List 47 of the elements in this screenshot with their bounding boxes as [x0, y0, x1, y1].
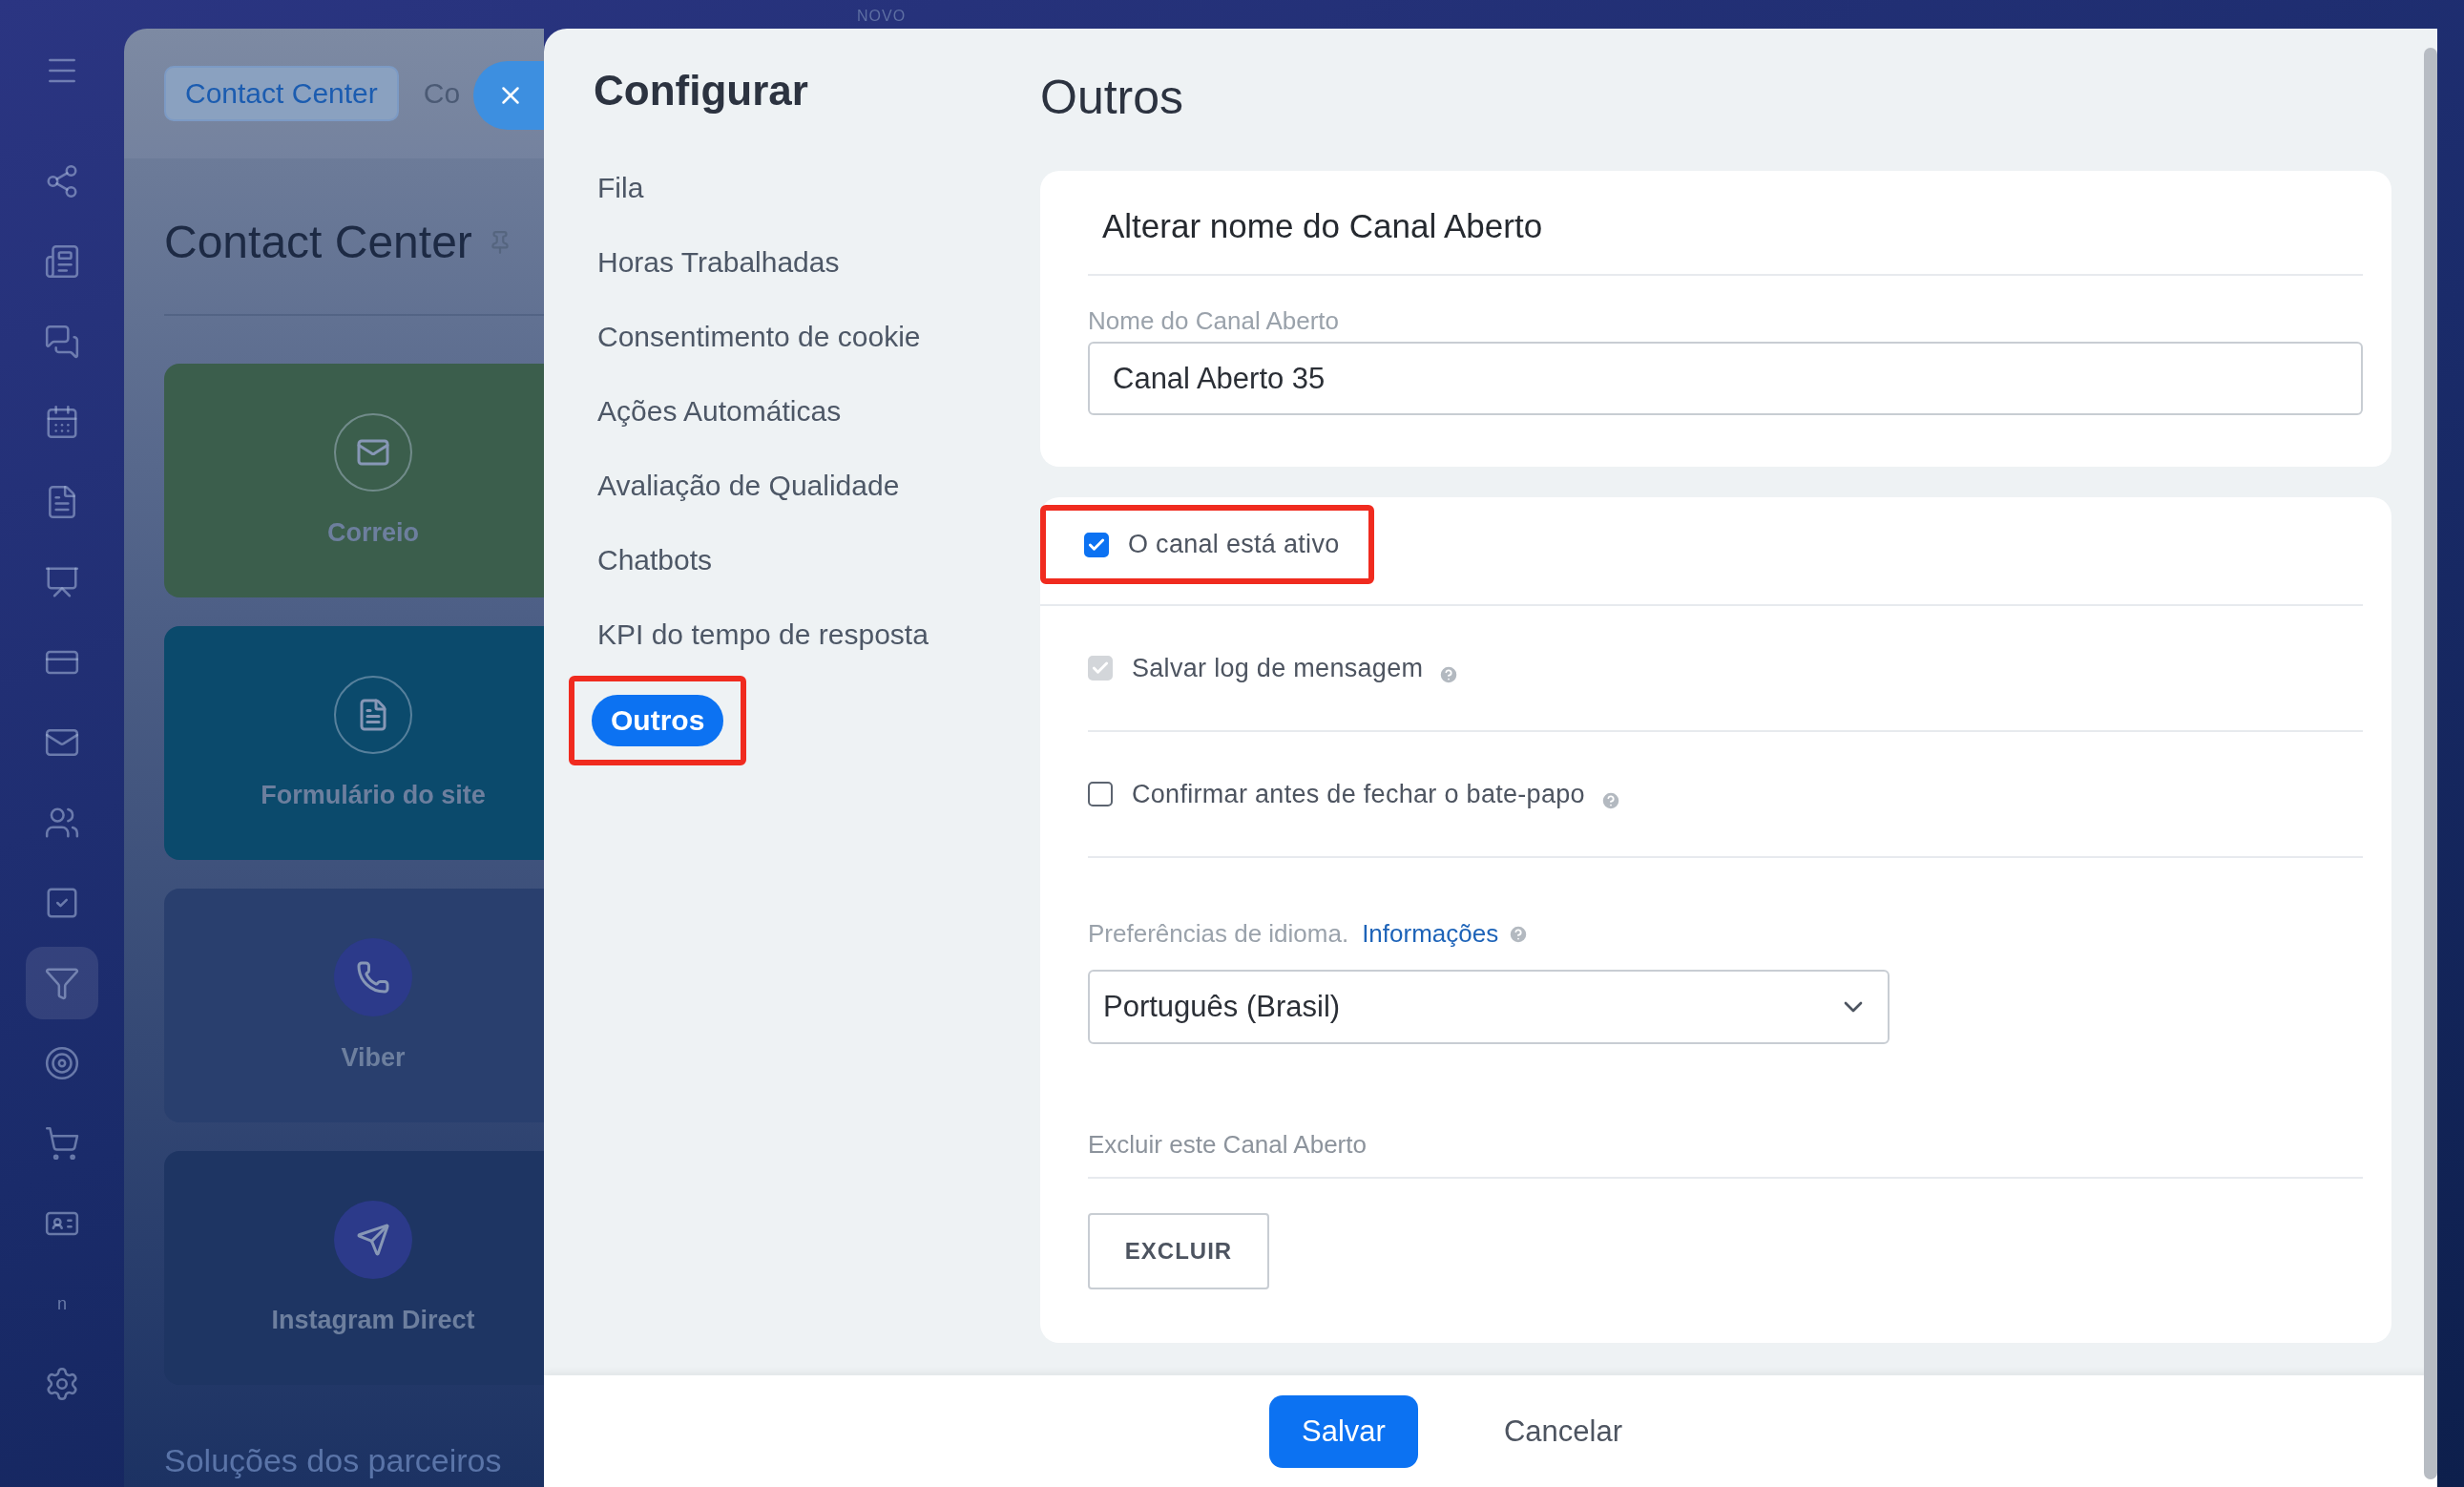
target-icon	[44, 1045, 80, 1081]
nav-item[interactable]: Outros	[592, 695, 724, 746]
section-title: Outros	[1040, 70, 1185, 126]
nav-item[interactable]: Consentimento de cookie	[594, 319, 925, 355]
chat-icon	[44, 324, 80, 360]
checkbox-label: Salvar log de mensagem	[1132, 653, 1424, 683]
newspaper-icon	[44, 243, 80, 280]
section-title: Soluções dos parceiros	[164, 1442, 503, 1479]
info-link[interactable]: Informações	[1362, 919, 1499, 949]
funnel-icon	[44, 965, 80, 1001]
nav-item[interactable]: Ações Automáticas	[594, 393, 846, 429]
nav-item[interactable]: Chatbots	[594, 542, 717, 578]
checkbox-label: Confirmar antes de fechar o bate-papo	[1132, 779, 1585, 809]
help-icon[interactable]	[1599, 790, 1621, 811]
tile-label: Instagram Direct	[271, 1306, 475, 1335]
card-title: Alterar nome do Canal Aberto	[1088, 171, 2363, 276]
nav-item[interactable]: Avaliação de Qualidade	[594, 468, 904, 504]
close-button[interactable]	[473, 61, 544, 130]
save-button[interactable]: Salvar	[1269, 1394, 1418, 1468]
field-label: Preferências de idioma.	[1088, 919, 1349, 949]
settings-icon	[44, 1366, 80, 1402]
cancel-button[interactable]: Cancelar	[1471, 1394, 1655, 1468]
nav-item[interactable]: KPI do tempo de resposta	[594, 617, 932, 653]
name-input[interactable]: Canal Aberto 35	[1088, 342, 2363, 415]
checkbox[interactable]	[1088, 782, 1113, 806]
funnel-button[interactable]	[26, 947, 98, 1019]
settings-title: Configurar	[594, 67, 809, 115]
page-title: Contact Center	[164, 216, 472, 268]
tile-label: Formulário do site	[261, 781, 486, 810]
language-select[interactable]: Português (Brasil)	[1088, 970, 1890, 1044]
nav-item[interactable]: Fila	[594, 170, 648, 206]
nav-item[interactable]: Horas Trabalhadas	[594, 244, 844, 281]
channel-icon	[334, 676, 412, 754]
task-icon	[44, 885, 80, 921]
field-label: Nome do Canal Aberto	[1088, 306, 1341, 336]
new-label: NOVO	[857, 8, 907, 25]
checkbox[interactable]	[1084, 532, 1109, 557]
scrollbar[interactable]	[2424, 48, 2437, 1479]
help-icon[interactable]	[1508, 923, 1530, 945]
channel-icon	[334, 413, 412, 492]
cart-icon	[44, 1125, 80, 1162]
field-label: Excluir este Canal Aberto	[1088, 1130, 2363, 1179]
checkbox-label: O canal está ativo	[1128, 530, 1340, 559]
tile-label: Correio	[327, 518, 419, 548]
calendar-icon	[44, 404, 80, 440]
tile-label: Viber	[341, 1043, 406, 1073]
delete-button[interactable]: EXCLUIR	[1088, 1213, 1269, 1289]
